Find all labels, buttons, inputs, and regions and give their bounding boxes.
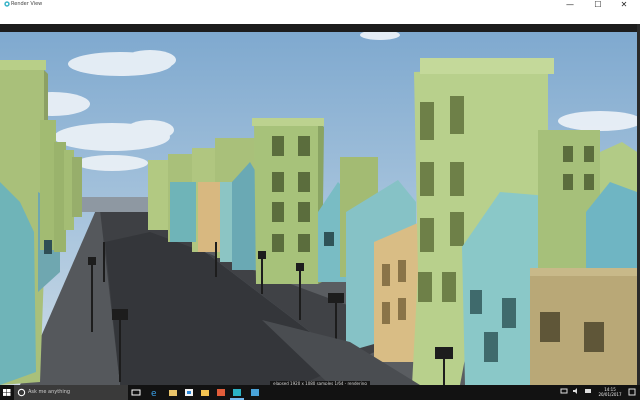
photos-icon[interactable] xyxy=(216,388,226,397)
store-icon[interactable] xyxy=(184,388,194,397)
maximize-button[interactable]: ☐ xyxy=(584,0,612,9)
app-icon[interactable] xyxy=(250,388,260,397)
network-icon[interactable] xyxy=(560,387,568,395)
render-toolbar xyxy=(0,24,640,32)
cortana-circle-icon xyxy=(17,388,26,397)
windows-logo-icon[interactable] xyxy=(0,385,14,400)
search-placeholder: Ask me anything xyxy=(28,389,71,395)
window xyxy=(324,232,334,246)
volume-icon[interactable] xyxy=(572,387,580,395)
app-logo-icon xyxy=(4,1,10,7)
explorer-icon[interactable] xyxy=(168,388,178,397)
svg-text:e: e xyxy=(151,389,157,397)
clock[interactable]: 14:15 20/01/2017 xyxy=(596,387,624,397)
search-input[interactable]: Ask me anything xyxy=(14,385,128,400)
notification-icon[interactable] xyxy=(626,387,638,398)
keyboard-icon[interactable] xyxy=(584,387,592,395)
folder-icon[interactable] xyxy=(200,388,210,397)
render-viewport[interactable] xyxy=(0,32,637,385)
close-button[interactable]: ✕ xyxy=(610,0,638,9)
task-view-icon[interactable] xyxy=(131,388,141,397)
clock-date: 20/01/2017 xyxy=(598,392,622,397)
title-bar: Render View — ☐ ✕ xyxy=(0,0,640,24)
window-title: Render View xyxy=(11,1,43,7)
app-icon[interactable] xyxy=(232,388,242,397)
minimize-button[interactable]: — xyxy=(556,0,584,9)
edge-icon[interactable]: e xyxy=(150,388,160,397)
taskbar: Ask me anything e 14:15 20/01/2017 xyxy=(0,385,640,400)
